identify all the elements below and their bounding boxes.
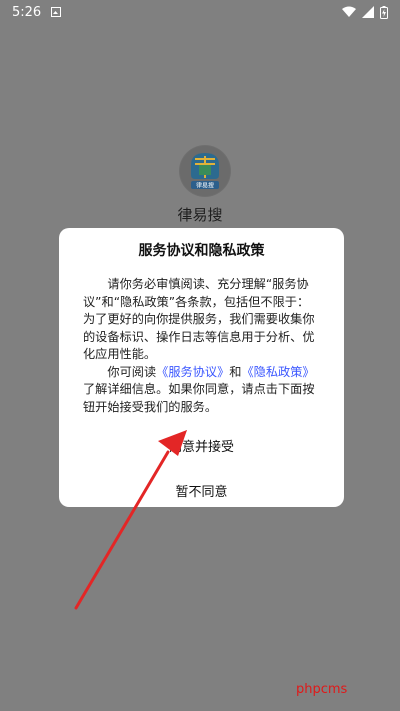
status-right <box>342 5 388 19</box>
dialog-title: 服务协议和隐私政策 <box>138 243 265 259</box>
status-left: 5:26 <box>12 4 62 20</box>
status-time: 5:26 <box>12 4 42 20</box>
watermark: phpcms <box>296 682 348 697</box>
dialog-paragraph-2: 你可阅读《服务协议》和《隐私政策》了解详细信息。如果你同意，请点击下面按钮开始接… <box>83 364 320 417</box>
app-logo: 律易搜 <box>179 145 231 197</box>
wifi-icon <box>342 6 356 17</box>
signal-icon <box>362 6 374 18</box>
accept-button[interactable]: 同意并接受 <box>83 436 320 455</box>
dialog-paragraph-1: 请你务必审慎阅读、充分理解“服务协议”和“隐私政策”各条款，包括但不限于：为了更… <box>83 277 315 361</box>
battery-icon <box>380 5 388 19</box>
logo-text: 律易搜 <box>196 182 214 190</box>
para2-before: 你可阅读 <box>107 364 157 379</box>
dialog-body: 请你务必审慎阅读、充分理解“服务协议”和“隐私政策”各条款，包括但不限于：为了更… <box>83 276 320 416</box>
app-name: 律易搜 <box>177 206 223 224</box>
para2-after: 了解详细信息。如果你同意，请点击下面按钮开始接受我们的服务。 <box>83 382 315 414</box>
para2-mid: 和 <box>229 364 242 379</box>
decline-button[interactable]: 暂不同意 <box>83 481 320 500</box>
privacy-policy-link[interactable]: 《隐私政策》 <box>241 365 314 379</box>
status-bar: 5:26 <box>0 0 400 24</box>
app-logo-icon: 律易搜 <box>180 146 230 196</box>
privacy-dialog: 服务协议和隐私政策 请你务必审慎阅读、充分理解“服务协议”和“隐私政策”各条款，… <box>59 228 344 507</box>
service-agreement-link[interactable]: 《服务协议》 <box>156 365 229 379</box>
notification-icon <box>51 7 62 17</box>
